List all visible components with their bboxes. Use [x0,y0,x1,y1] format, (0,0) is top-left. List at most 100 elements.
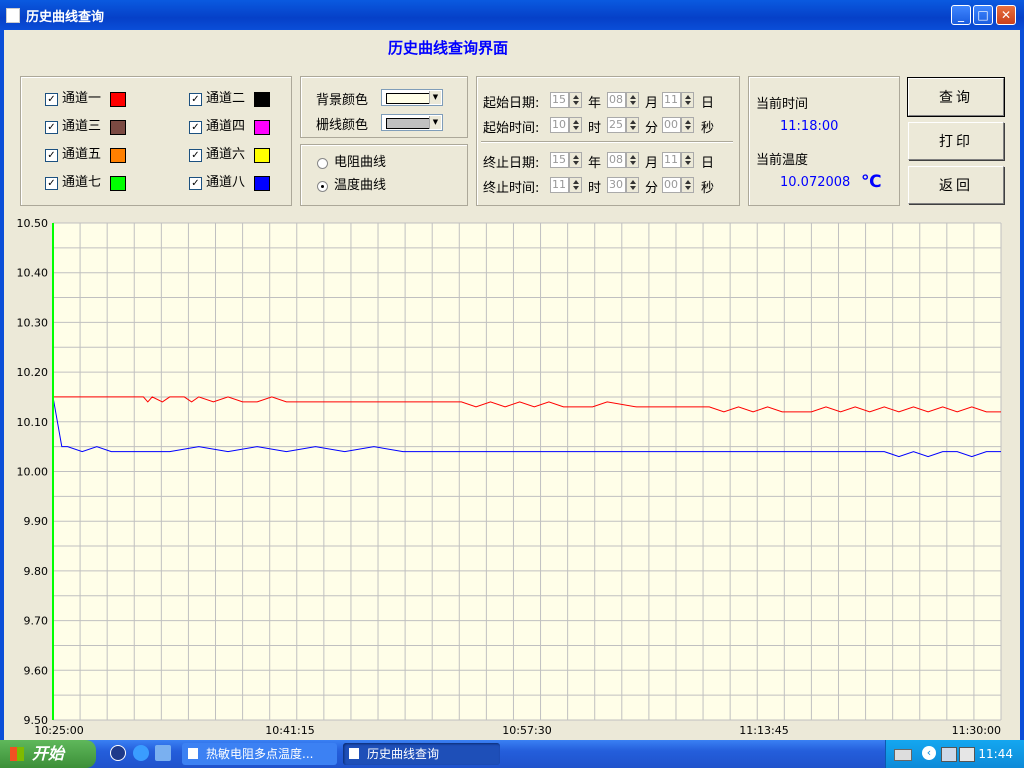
spin-arrows-icon[interactable] [569,152,582,168]
month-unit: 月 [645,96,659,111]
second-unit: 秒 [701,121,715,136]
x-tick-label: 10:25:00 [34,724,83,737]
y-tick-label: 10.20 [17,366,49,379]
channel-5-checkbox[interactable]: ✓ 通道五 [45,147,155,163]
end-time-label: 终止时间: [483,181,540,196]
color-group: 背景颜色 ▼ 栅线颜色 ▼ [300,76,468,138]
y-tick-label: 10.00 [17,466,49,479]
back-button[interactable]: 返回 [908,166,1004,204]
y-tick-label: 10.10 [17,416,49,429]
start-second-value[interactable]: 00 [662,117,681,133]
status-group: 当前时间 11:18:00 当前温度 10.072008 ℃ [748,76,900,206]
print-button[interactable]: 打印 [908,122,1004,160]
channel-2-color-swatch [254,92,270,107]
chevron-down-icon[interactable]: ▼ [429,91,441,104]
spin-arrows-icon[interactable] [626,152,639,168]
start-date-label: 起始日期: [483,96,540,111]
taskbar-item-2[interactable]: 历史曲线查询 [343,743,500,765]
internet-explorer-icon[interactable] [133,745,149,761]
channel-8-checkbox[interactable]: ✓ 通道八 [189,175,299,191]
start-month-value[interactable]: 08 [607,92,626,108]
start-minute-value[interactable]: 25 [607,117,626,133]
x-tick-label: 10:41:15 [265,724,314,737]
page-heading: 历史曲线查询界面 [388,39,509,57]
taskbar-item-1[interactable]: 热敏电阻多点温度... [182,743,337,765]
query-button[interactable]: 查询 [907,77,1005,117]
spin-arrows-icon[interactable] [569,177,582,193]
checkbox-check-icon: ✓ [45,177,58,190]
temp-unit: ℃ [861,172,882,192]
printer-icon[interactable] [959,747,975,762]
temperature-curve-radio[interactable]: 温度曲线 [317,178,437,194]
spin-arrows-icon[interactable] [626,177,639,193]
window-icon [188,748,198,759]
spin-arrows-icon[interactable] [569,117,582,133]
resistance-curve-radio[interactable]: 电阻曲线 [317,155,437,171]
channel-7-color-swatch [110,176,126,191]
start-hour-value[interactable]: 10 [550,117,569,133]
start-day-value[interactable]: 11 [662,92,681,108]
current-temp-value: 10.072008 [780,175,851,190]
spin-arrows-icon[interactable] [569,92,582,108]
y-tick-label: 9.60 [24,664,49,677]
end-month-value[interactable]: 08 [607,152,626,168]
checkbox-check-icon: ✓ [189,177,202,190]
grid-color-select[interactable]: ▼ [381,114,443,131]
spin-arrows-icon[interactable] [626,117,639,133]
channel-4-label: 通道四 [206,119,246,134]
window-title: 历史曲线查询 [26,10,105,25]
channel-7-checkbox[interactable]: ✓ 通道七 [45,175,155,191]
y-tick-label: 9.80 [24,565,49,578]
end-hour-value[interactable]: 11 [550,177,569,193]
taskbar: 开始 热敏电阻多点温度... 历史曲线查询 ‹ 11:44 [0,740,1024,768]
maximize-button[interactable]: □ [973,5,993,25]
media-player-icon[interactable] [110,745,126,761]
window-app-icon[interactable] [6,8,20,23]
end-year-value[interactable]: 15 [550,152,569,168]
channel-6-color-swatch [254,148,270,163]
taskbar-item-2-label: 历史曲线查询 [367,747,440,761]
end-date-label: 终止日期: [483,156,540,171]
spin-arrows-icon[interactable] [681,117,694,133]
checkbox-check-icon: ✓ [189,121,202,134]
close-button[interactable]: ✕ [996,5,1016,25]
end-minute-value[interactable]: 30 [607,177,626,193]
channel-3-checkbox[interactable]: ✓ 通道三 [45,119,155,135]
spin-arrows-icon[interactable] [681,152,694,168]
range-divider [481,141,733,143]
channel-5-color-swatch [110,148,126,163]
end-second-value[interactable]: 00 [662,177,681,193]
network-icon[interactable] [941,747,957,762]
channel-7-label: 通道七 [62,175,102,190]
spin-arrows-icon[interactable] [681,92,694,108]
system-tray: ‹ 11:44 [885,740,1024,768]
hour-unit: 时 [588,121,602,136]
radio-icon [317,158,328,169]
spin-arrows-icon[interactable] [681,177,694,193]
history-chart: 10.50 10.40 10.30 10.20 10.10 10.00 9.90 9.80 9.… [4,213,1020,740]
start-year-value[interactable]: 15 [550,92,569,108]
start-button[interactable]: 开始 [0,740,96,768]
channel-8-label: 通道八 [206,175,246,190]
chevron-left-icon[interactable]: ‹ [922,746,936,760]
current-temp-label: 当前温度 [756,153,809,168]
keyboard-icon[interactable] [894,749,912,761]
spin-arrows-icon[interactable] [626,92,639,108]
chevron-down-icon[interactable]: ▼ [429,116,441,129]
clock: 11:44 [978,747,1013,761]
end-day-value[interactable]: 11 [662,152,681,168]
channel-4-checkbox[interactable]: ✓ 通道四 [189,119,299,135]
channel-6-checkbox[interactable]: ✓ 通道六 [189,147,299,163]
channel-2-checkbox[interactable]: ✓ 通道二 [189,91,299,107]
y-tick-label: 10.50 [17,217,49,230]
day-unit: 日 [701,96,715,111]
channel-1-checkbox[interactable]: ✓ 通道一 [45,91,155,107]
bg-color-select[interactable]: ▼ [381,89,443,106]
year-unit: 年 [588,156,602,171]
show-desktop-icon[interactable] [155,745,171,761]
minimize-button[interactable]: _ [951,5,971,25]
second-unit: 秒 [701,181,715,196]
resistance-curve-label: 电阻曲线 [334,155,387,170]
checkbox-check-icon: ✓ [189,93,202,106]
channel-1-label: 通道一 [62,91,102,106]
